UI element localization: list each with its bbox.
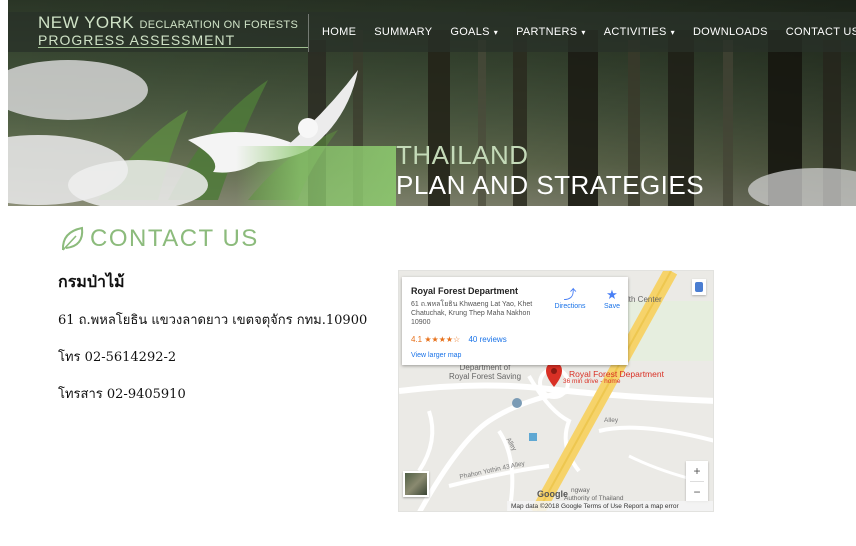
embedded-map[interactable]: Department of Royal Forest Saving Royal … — [398, 270, 714, 512]
nav-downloads[interactable]: DOWNLOADS — [684, 26, 777, 38]
map-label-alley: Alley — [604, 417, 619, 424]
logo-line1-sub: DECLARATION ON FORESTS — [139, 19, 299, 31]
section-title-text: CONTACT US — [90, 225, 259, 252]
logo-line1: NEW YORK — [38, 13, 135, 32]
google-logo: Google — [537, 489, 568, 499]
star-icon: ★ — [606, 287, 618, 302]
address-text: 61 ถ.พหลโยธิน แขวงลาดยาว เขตจตุจักร กทม.… — [58, 313, 368, 328]
map-reviews-link[interactable]: 40 reviews — [468, 335, 506, 344]
map-label-way: ngway — [571, 487, 590, 494]
map-label-health-center: lth Center — [627, 295, 662, 304]
hero-banner: NEW YORK DECLARATION ON FORESTS PROGRESS… — [8, 0, 856, 206]
nav-contact-us[interactable]: CONTACT US — [777, 26, 856, 38]
map-label-department: Department of Royal Forest Saving — [449, 363, 522, 381]
zoom-in-button[interactable]: + — [686, 461, 708, 481]
map-card-name: Royal Forest Department — [411, 286, 519, 296]
phone-text: โทร 02-5614292-2 — [58, 350, 177, 365]
zoom-control: + − — [686, 461, 708, 501]
map-info-card: Royal Forest Department 61 ถ.พหลโยธิน Kh… — [402, 277, 628, 365]
save-button[interactable]: ★ Save — [600, 287, 624, 310]
zoom-out-button[interactable]: − — [686, 482, 708, 502]
caret-down-icon: ▾ — [581, 27, 586, 37]
map-card-rating: 4.1 ★★★★☆ 40 reviews — [411, 335, 507, 344]
nav-partners[interactable]: PARTNERS ▾ — [507, 26, 595, 38]
map-pin-sublabel: 36 min drive - home — [563, 378, 621, 385]
nav-goals[interactable]: GOALS ▾ — [441, 26, 507, 38]
caret-down-icon: ▾ — [670, 27, 675, 37]
hero-title-country: THAILAND — [396, 140, 529, 170]
directions-icon: ⤴ — [563, 287, 577, 302]
contact-details: กรมป่าไม้ 61 ถ.พหลโยธิน แขวงลาดยาว เขตจต… — [58, 270, 378, 420]
org-name: กรมป่าไม้ — [58, 272, 125, 291]
contact-section-title: CONTACT US — [58, 222, 259, 256]
map-card-address: 61 ถ.พหลโยธิน Khwaeng Lat Yao, Khet Chat… — [411, 301, 533, 326]
caret-down-icon: ▾ — [493, 27, 499, 37]
site-logo[interactable]: NEW YORK DECLARATION ON FORESTS PROGRESS… — [38, 14, 308, 50]
map-footer: Map data ©2018 Google Terms of Use Repor… — [507, 501, 713, 511]
hero-title-subtitle: PLAN AND STRATEGIES — [396, 170, 705, 200]
nav-home[interactable]: HOME — [313, 26, 365, 38]
star-rating-icon: ★★★★☆ — [424, 335, 461, 344]
street-view-pegman-icon[interactable] — [692, 279, 706, 295]
view-larger-map-link[interactable]: View larger map — [411, 352, 461, 359]
logo-separator — [308, 14, 309, 52]
fax-text: โทรสาร 02-9405910 — [58, 387, 186, 402]
logo-underline — [38, 47, 308, 48]
satellite-toggle[interactable] — [403, 471, 429, 497]
nav-summary[interactable]: SUMMARY — [365, 26, 441, 38]
leaf-icon — [61, 226, 84, 251]
logo-line2: PROGRESS ASSESSMENT — [38, 32, 236, 48]
main-nav: HOME SUMMARY GOALS ▾ PARTNERS ▾ ACTIVITIES… — [313, 12, 856, 52]
hero-green-panel — [236, 146, 396, 206]
hero-title: THAILAND PLAN AND STRATEGIES — [396, 142, 704, 198]
directions-button[interactable]: ⤴ Directions — [550, 287, 590, 310]
nav-activities[interactable]: ACTIVITIES ▾ — [595, 26, 684, 38]
